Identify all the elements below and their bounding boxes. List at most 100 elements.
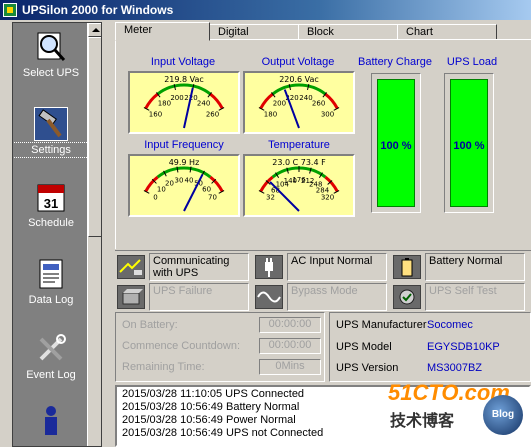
plug-icon: [255, 255, 283, 279]
gauge-reading: 220.6 Vac: [279, 75, 319, 84]
gauge-reading: 23.0 C 73.4 F: [272, 158, 326, 167]
output-voltage-gauge: 180 200 220 240 260 300 220.6 Vac: [243, 71, 355, 134]
status-ac-input: AC Input Normal: [255, 253, 390, 281]
gauge-reading: 49.9 Hz: [168, 158, 200, 167]
gauge-title: Temperature: [268, 139, 330, 151]
gauge-tick-label: 240: [197, 100, 210, 108]
model-value: EGYSDB10KP: [427, 341, 500, 353]
gauge-arc: [259, 92, 274, 110]
gauge-tick-label: 240: [299, 94, 312, 102]
gauge-arc: [271, 83, 327, 96]
gauge-title: Input Voltage: [150, 56, 216, 68]
scroll-up-button[interactable]: [88, 23, 101, 37]
gauge-arc: [209, 92, 224, 110]
status-area: Communicating with UPS AC Input Normal B…: [115, 250, 531, 311]
gauge-arc: [144, 175, 159, 193]
hammer-icon: [34, 107, 68, 141]
gauge-tick-label: 40: [185, 176, 194, 184]
input-voltage-gauge: 160180200220240260219.8 Vac: [128, 71, 240, 134]
window-title: UPSilon 2000 for Windows: [22, 3, 174, 17]
gauge-tick-label: 60: [202, 185, 211, 193]
status-text: UPS Failure: [149, 283, 249, 311]
status-text: Communicating with UPS: [149, 253, 249, 281]
gauge-arc: [156, 83, 212, 96]
app-icon: [3, 3, 17, 17]
sidebar-item-select-ups[interactable]: Select UPS: [13, 31, 89, 79]
status-self-test: UPS Self Test: [393, 283, 528, 311]
countdown-value: 00:00:00: [259, 338, 321, 354]
cable-icon: [117, 255, 145, 279]
tab-block[interactable]: Block: [298, 24, 398, 40]
watermark-badge: Blog: [483, 395, 523, 435]
ups-load-percent: 100 %: [453, 140, 485, 153]
svg-text:31: 31: [44, 196, 58, 211]
magnifier-icon: [35, 31, 67, 63]
remaining-time-value: 0Mins: [259, 359, 321, 375]
input-frequency-gauge: 01020304050607049.9 Hz: [128, 154, 240, 217]
runtime-panel: On Battery: 00:00:00 Commence Countdown:…: [115, 312, 325, 382]
countdown-label: Commence Countdown:: [122, 340, 241, 352]
watermark-subtitle: 技术博客: [390, 413, 455, 430]
calendar-icon: 31: [35, 181, 67, 213]
status-text: AC Input Normal: [287, 253, 387, 281]
sidebar-item-event-log[interactable]: Event Log: [13, 333, 89, 381]
status-bypass: Bypass Mode: [255, 283, 390, 311]
gauge-tick-label: 160: [149, 110, 162, 118]
wave-icon: [255, 285, 283, 309]
battery-icon: [393, 255, 421, 279]
ups-load-bar: 100 %: [444, 73, 494, 213]
sidebar-item-settings[interactable]: Settings: [13, 107, 91, 158]
gauge-tick-label: 180: [158, 100, 171, 108]
version-label: UPS Version: [336, 362, 399, 374]
sidebar-item-data-log[interactable]: Data Log: [13, 258, 89, 306]
model-label: UPS Model: [336, 341, 392, 353]
gauge-tick-label: 260: [206, 110, 219, 118]
gauge-arc: [324, 92, 339, 110]
gauge-title: Output Voltage: [261, 56, 335, 68]
gauge-tick-label: 32: [266, 193, 275, 201]
gauge-tick-label: 30: [175, 176, 184, 184]
on-battery-value: 00:00:00: [259, 317, 321, 333]
title-bar: UPSilon 2000 for Windows: [0, 0, 531, 20]
version-value: MS3007BZ: [427, 362, 483, 374]
gauge-tick-label: 20: [165, 179, 174, 187]
scroll-thumb[interactable]: [88, 37, 101, 237]
gauge-tick-label: 180: [264, 110, 277, 118]
meter-panel: Input Voltage 160180200220240260219.8 Va…: [115, 39, 531, 249]
gauge-tick-label: 320: [321, 193, 334, 201]
gauge-arc: [209, 175, 224, 193]
sidebar-scrollbar[interactable]: [87, 23, 101, 446]
manufacturer-value: Socomec: [427, 319, 473, 331]
gauge-tick-label: 200: [170, 94, 183, 102]
battery-charge-percent: 100 %: [380, 140, 412, 153]
gauge-tick-label: 260: [312, 100, 325, 108]
status-text: Battery Normal: [425, 253, 525, 281]
sidebar-item-partial[interactable]: [13, 403, 89, 439]
temperature-gauge: 32 68 104 140 176 212 248 284 320 23.0 C 73.4 F: [243, 154, 355, 217]
tab-meter[interactable]: Meter: [115, 22, 210, 41]
gauge-reading: 219.8 Vac: [164, 75, 204, 84]
ups-load-title: UPS Load: [446, 56, 498, 68]
gauge-title: Input Frequency: [144, 139, 224, 151]
tab-chart[interactable]: Chart: [397, 24, 497, 40]
battery-charge-title: Battery Charge: [358, 56, 432, 68]
person-icon: [35, 403, 67, 435]
gauge-arc: [144, 92, 159, 110]
status-ups-failure: UPS Failure: [117, 283, 252, 311]
status-communicating: Communicating with UPS: [117, 253, 252, 281]
tab-digital[interactable]: Digital: [209, 24, 299, 40]
sidebar-item-schedule[interactable]: 31 Schedule: [13, 181, 89, 229]
gauge-tick-label: 200: [273, 100, 286, 108]
checkup-icon: [393, 285, 421, 309]
status-text: Bypass Mode: [287, 283, 387, 311]
gauge-tick-label: 70: [208, 193, 217, 201]
battery-charge-bar: 100 %: [371, 73, 421, 213]
ups-box-icon: [117, 285, 145, 309]
ups-info-panel: UPS Manufacturer Socomec UPS Model EGYSD…: [329, 312, 531, 382]
status-battery: Battery Normal: [393, 253, 528, 281]
manufacturer-label: UPS Manufacturer: [336, 319, 427, 331]
gauge-tick-label: 300: [321, 110, 334, 118]
status-text: UPS Self Test: [425, 283, 525, 311]
remaining-time-label: Remaining Time:: [122, 361, 205, 373]
on-battery-label: On Battery:: [122, 319, 178, 331]
